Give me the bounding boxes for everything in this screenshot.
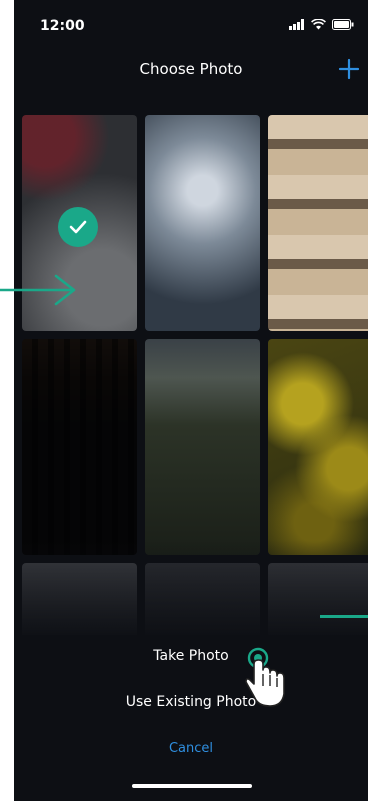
status-time: 12:00 [40, 18, 85, 34]
selected-check [58, 207, 98, 247]
take-photo-button[interactable]: Take Photo [14, 648, 368, 664]
photo-tile[interactable] [268, 339, 368, 555]
check-icon [69, 220, 87, 234]
photo-tile[interactable] [22, 339, 137, 555]
plus-icon[interactable] [334, 54, 364, 84]
status-bar: 12:00 [14, 0, 368, 48]
photo-tile[interactable] [145, 339, 260, 555]
cancel-button[interactable]: Cancel [14, 741, 368, 756]
wifi-icon [311, 19, 326, 30]
phone-screen: 12:00 Choose Photo Take Photo Use Existi… [14, 0, 368, 801]
arrow-right-icon [0, 274, 76, 306]
signal-icon [289, 19, 304, 30]
photo-tile[interactable] [145, 115, 260, 331]
navigation-header: Choose Photo [14, 52, 368, 92]
swipe-indicator [320, 615, 368, 618]
action-sheet: Take Photo Use Existing Photo Cancel [14, 620, 368, 801]
hand-pointer-icon [245, 647, 285, 707]
status-icons [289, 19, 354, 30]
home-indicator [132, 784, 252, 788]
page-title: Choose Photo [139, 60, 243, 78]
photo-tile[interactable] [268, 115, 368, 331]
battery-icon [332, 19, 354, 30]
use-existing-photo-button[interactable]: Use Existing Photo [14, 694, 368, 710]
